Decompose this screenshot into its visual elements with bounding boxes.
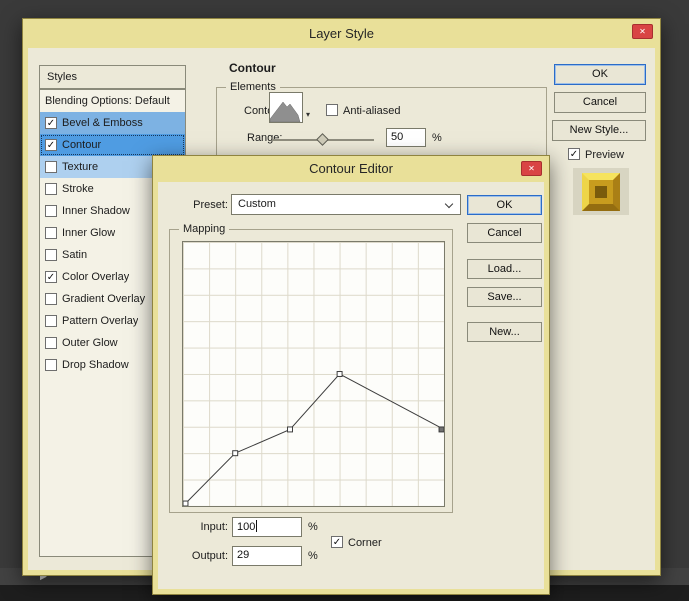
style-item-label: Bevel & Emboss <box>62 117 143 129</box>
style-item-bevel-emboss[interactable]: ✓ Bevel & Emboss <box>40 112 185 134</box>
style-item-label: Blending Options: Default <box>45 95 170 107</box>
curve-point[interactable] <box>183 500 189 506</box>
preset-dropdown[interactable]: Custom <box>231 194 461 215</box>
gold-bevel-preview <box>582 172 620 211</box>
contour-editor-dialog: Contour Editor ✕ Preset: Custom OK Cance… <box>152 155 550 595</box>
output-value-field[interactable]: 29 <box>232 546 302 566</box>
new-style-button[interactable]: New Style... <box>552 120 646 141</box>
layer-style-title: Layer Style <box>308 26 375 41</box>
style-checkbox[interactable] <box>45 161 57 173</box>
contour-editor-titlebar[interactable]: Contour Editor ✕ <box>153 156 549 182</box>
style-checkbox[interactable]: ✓ <box>45 139 57 151</box>
output-value: 29 <box>237 549 250 561</box>
range-slider[interactable] <box>272 133 374 147</box>
preset-label: Preset: <box>193 199 228 211</box>
corner-label: Corner <box>348 537 382 549</box>
output-label: Output: <box>191 550 228 562</box>
styles-panel-header: Styles <box>39 65 186 89</box>
output-unit-label: % <box>308 550 318 562</box>
gold-bevel-center <box>595 185 607 198</box>
contour-section-heading: Contour <box>229 61 276 75</box>
layer-style-titlebar[interactable]: Layer Style ✕ <box>23 19 660 48</box>
style-checkbox[interactable]: ✓ <box>45 117 57 129</box>
load-button[interactable]: Load... <box>467 259 542 279</box>
corner-checkbox[interactable]: ✓ <box>331 536 343 548</box>
style-item-label: Color Overlay <box>62 271 130 283</box>
style-checkbox[interactable] <box>45 205 57 217</box>
mapping-curve-grid[interactable] <box>182 241 445 507</box>
style-checkbox[interactable] <box>45 249 57 261</box>
layer-style-close-button[interactable]: ✕ <box>632 24 653 39</box>
style-item-label: Gradient Overlay <box>62 293 146 305</box>
contour-editor-cancel-button[interactable]: Cancel <box>467 223 542 243</box>
contour-curve[interactable] <box>183 373 444 506</box>
style-checkbox[interactable] <box>45 337 57 349</box>
contour-editor-ok-button[interactable]: OK <box>467 195 542 215</box>
style-item-contour[interactable]: ✓ Contour <box>40 134 185 156</box>
curve-point[interactable] <box>336 371 343 377</box>
style-checkbox[interactable] <box>45 359 57 371</box>
contour-picker-dropdown-icon[interactable]: ▾ <box>306 110 310 119</box>
contour-editor-title: Contour Editor <box>309 161 393 176</box>
contour-thumbnail-curve <box>269 101 301 123</box>
input-value-field[interactable]: 100 <box>232 517 302 537</box>
new-button[interactable]: New... <box>467 322 542 342</box>
text-caret <box>256 520 258 532</box>
curve-point[interactable] <box>438 426 444 433</box>
style-item-label: Outer Glow <box>62 337 118 349</box>
close-icon: ✕ <box>528 164 535 173</box>
contour-editor-client: Preset: Custom OK Cancel Load... Save...… <box>158 182 544 589</box>
anti-aliased-label: Anti-aliased <box>343 105 401 117</box>
layer-style-cancel-button[interactable]: Cancel <box>554 92 646 113</box>
anti-aliased-checkbox[interactable] <box>326 104 338 116</box>
chevron-down-icon <box>444 199 454 209</box>
input-label: Input: <box>200 521 228 533</box>
curve-point[interactable] <box>232 450 239 457</box>
curve-point[interactable] <box>287 426 293 433</box>
close-icon: ✕ <box>639 27 646 36</box>
range-unit-label: % <box>432 132 442 144</box>
style-item-label: Texture <box>62 161 99 173</box>
input-unit-label: % <box>308 521 318 533</box>
style-checkbox[interactable] <box>45 227 57 239</box>
contour-thumbnail[interactable] <box>269 92 303 123</box>
range-value-field[interactable]: 50 <box>386 128 426 147</box>
mapping-curve-canvas[interactable] <box>183 242 444 506</box>
style-item-label: Satin <box>62 249 88 261</box>
style-item-label: Pattern Overlay <box>62 315 139 327</box>
layer-style-ok-button[interactable]: OK <box>554 64 646 85</box>
style-item-label: Inner Glow <box>62 227 116 239</box>
style-item-label: Contour <box>62 139 102 151</box>
input-value: 100 <box>237 521 256 533</box>
preview-label: Preview <box>585 149 625 161</box>
style-item-label: Inner Shadow <box>62 205 130 217</box>
mapping-group-label: Mapping <box>179 223 230 235</box>
style-checkbox[interactable] <box>45 183 57 195</box>
contour-editor-close-button[interactable]: ✕ <box>521 161 542 176</box>
preview-checkbox[interactable]: ✓ <box>568 148 580 160</box>
range-slider-thumb[interactable] <box>316 133 329 146</box>
style-checkbox[interactable]: ✓ <box>45 271 57 283</box>
style-preview-thumbnail <box>573 168 629 215</box>
style-checkbox[interactable] <box>45 315 57 327</box>
style-item-label: Drop Shadow <box>62 359 129 371</box>
save-button[interactable]: Save... <box>467 287 542 307</box>
style-checkbox[interactable] <box>45 293 57 305</box>
style-item-blending-options[interactable]: Blending Options: Default <box>40 90 185 112</box>
style-item-label: Stroke <box>62 183 94 195</box>
preset-selected-value: Custom <box>238 198 276 210</box>
